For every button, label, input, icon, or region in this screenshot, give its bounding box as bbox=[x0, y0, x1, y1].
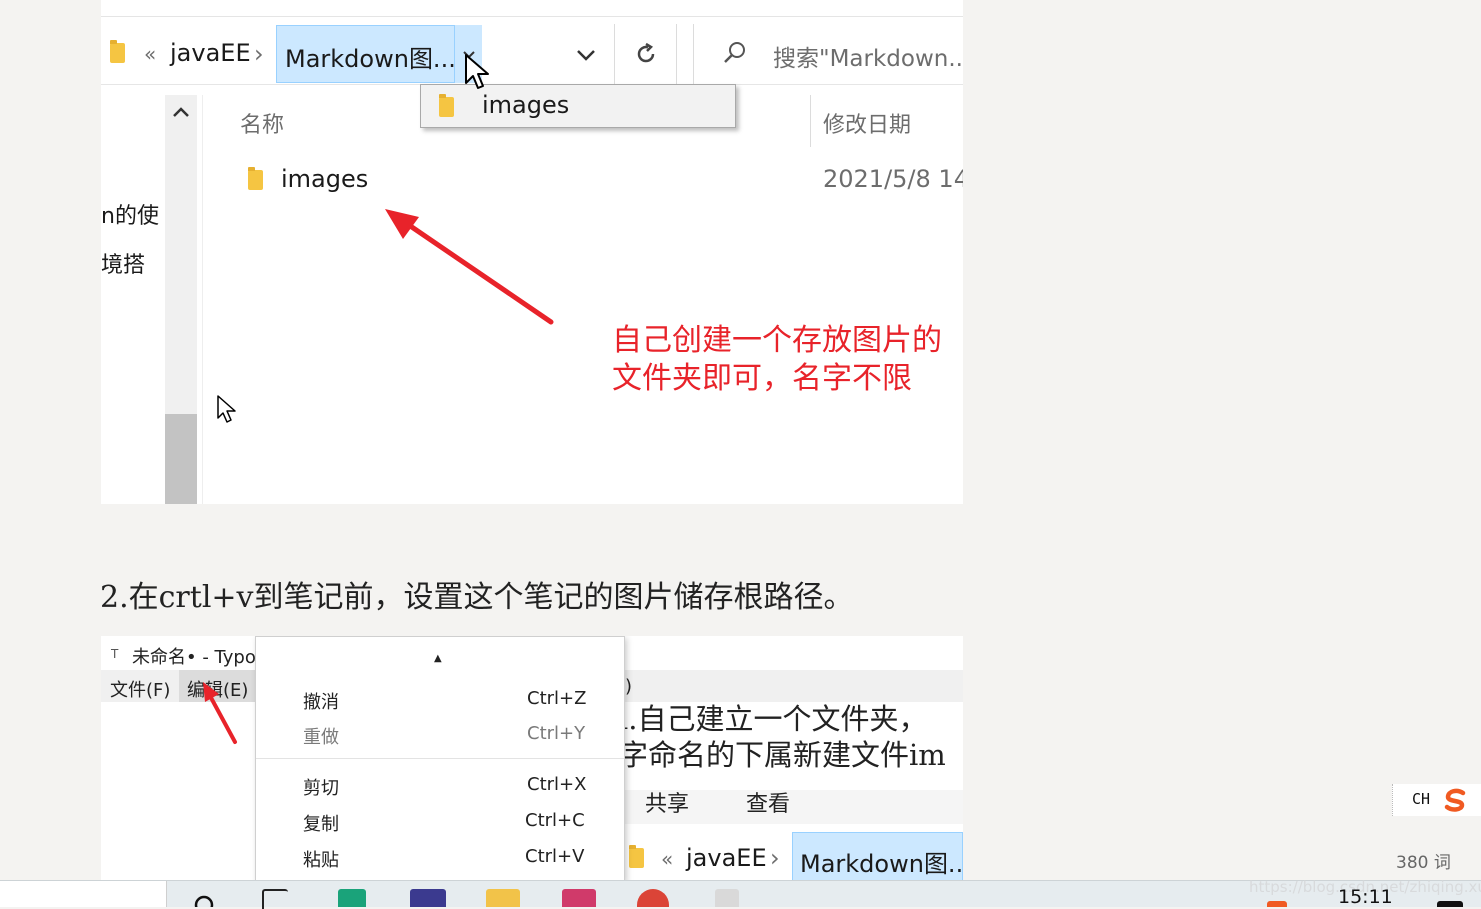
breadcrumb-separator: › bbox=[254, 40, 264, 68]
ime-indicator[interactable]: CH bbox=[1392, 784, 1481, 816]
folder-icon bbox=[248, 167, 263, 190]
folder-icon bbox=[629, 845, 644, 868]
ribbon-tab-share[interactable]: 共享 bbox=[645, 786, 689, 818]
scrollbar-thumb[interactable] bbox=[165, 414, 197, 504]
menu-item-label: 粘贴 bbox=[303, 850, 339, 871]
instruction-paragraph: 2.在crtl+v到笔记前，设置这个笔记的图片储存根路径。 bbox=[100, 580, 854, 615]
breadcrumb-parent[interactable]: javaEE bbox=[170, 39, 251, 67]
menu-item-shortcut: Ctrl+Z bbox=[527, 688, 587, 709]
annotation-arrow bbox=[385, 209, 554, 325]
typora-screenshot-bottom: T 未命名• - Typo 文件(F) 编辑(E) ) l.自己建立一个文件夹，… bbox=[101, 636, 963, 882]
file-explorer-icon[interactable] bbox=[486, 889, 520, 907]
typora-app-icon: T bbox=[111, 647, 119, 661]
menu-file[interactable]: 文件(F) bbox=[110, 676, 170, 702]
column-header-date[interactable]: 修改日期 bbox=[823, 107, 911, 139]
search-placeholder: 搜索"Markdown... bbox=[773, 46, 963, 72]
menu-item-shortcut: Ctrl+Y bbox=[527, 723, 586, 744]
search-icon[interactable] bbox=[193, 894, 215, 907]
notification-center-icon[interactable] bbox=[1437, 901, 1463, 907]
annotation-text-line2: 文件夹即可，名字不限 bbox=[612, 361, 912, 396]
pane-divider[interactable] bbox=[202, 95, 203, 504]
file-date: 2021/5/8 14 bbox=[823, 165, 963, 193]
file-name[interactable]: images bbox=[281, 165, 368, 193]
taskbar-clock[interactable]: 15:11 bbox=[1338, 886, 1393, 908]
intellij-app-icon[interactable] bbox=[562, 889, 596, 907]
toolbar-divider bbox=[676, 24, 677, 84]
history-dropdown-icon[interactable] bbox=[577, 49, 595, 61]
ime-language-label: CH bbox=[1412, 790, 1431, 808]
task-view-icon[interactable] bbox=[262, 889, 288, 909]
breadcrumb-parent[interactable]: javaEE bbox=[686, 844, 767, 872]
search-box[interactable]: 搜索"Markdown... bbox=[693, 24, 963, 84]
annotation-text-line1: 自己创建一个存放图片的 bbox=[612, 323, 942, 358]
explorer-screenshot-top: « javaEE › Markdown图... 搜索"Markdown... n… bbox=[101, 0, 963, 504]
dropdown-item-images[interactable]: images bbox=[482, 91, 569, 119]
security-app-icon[interactable] bbox=[338, 889, 366, 907]
menu-item-label: 复制 bbox=[303, 814, 339, 835]
refresh-icon[interactable] bbox=[634, 42, 658, 66]
chevron-up-icon[interactable] bbox=[173, 106, 189, 118]
chrome-browser-icon[interactable] bbox=[637, 889, 669, 907]
folder-icon bbox=[110, 40, 125, 63]
nav-pane-item[interactable]: n的使 bbox=[101, 198, 159, 230]
doc-content-line2: 字命名的下属新建文件im bbox=[619, 738, 946, 772]
edit-menu-dropdown: ▲ 撤消 Ctrl+Z 重做 Ctrl+Y 剪切 Ctrl+X 复制 Ctrl+… bbox=[255, 636, 625, 882]
search-icon bbox=[724, 42, 745, 63]
menu-item-label: 重做 bbox=[303, 727, 339, 748]
taskbar-search-box[interactable] bbox=[0, 881, 167, 907]
breadcrumb-current[interactable]: Markdown图... bbox=[285, 39, 456, 74]
ribbon-tab-view[interactable]: 查看 bbox=[746, 786, 790, 818]
menu-item-label: 撤消 bbox=[303, 692, 339, 713]
menu-item-shortcut: Ctrl+V bbox=[525, 846, 585, 867]
menu-partial[interactable]: ) bbox=[625, 676, 632, 697]
menu-item-copy[interactable]: 复制 Ctrl+C bbox=[256, 805, 624, 839]
mouse-cursor-icon bbox=[465, 54, 489, 89]
column-divider[interactable] bbox=[810, 95, 811, 147]
breadcrumb-back-icon[interactable]: « bbox=[144, 42, 156, 66]
mouse-cursor-icon bbox=[217, 395, 236, 423]
breadcrumb-separator: › bbox=[770, 844, 780, 872]
devcpp-app-icon[interactable] bbox=[410, 889, 446, 907]
menu-separator bbox=[256, 758, 624, 759]
sogou-tray-icon[interactable] bbox=[1267, 901, 1287, 907]
menu-item-shortcut: Ctrl+C bbox=[525, 810, 585, 831]
window-title: 未命名• - Typo bbox=[132, 647, 256, 668]
typora-app-icon[interactable] bbox=[715, 889, 739, 907]
menu-item-label: 剪切 bbox=[303, 778, 339, 799]
menu-item-cut[interactable]: 剪切 Ctrl+X bbox=[256, 769, 624, 803]
folder-icon bbox=[439, 94, 454, 117]
annotation-arrow bbox=[203, 682, 237, 744]
word-count[interactable]: 380 词 bbox=[1396, 848, 1451, 873]
breadcrumb-current[interactable]: Markdown图... bbox=[800, 844, 963, 879]
breadcrumb-back-icon[interactable]: « bbox=[661, 847, 673, 871]
menu-scroll-up-icon[interactable]: ▲ bbox=[434, 653, 442, 664]
menu-item-shortcut: Ctrl+X bbox=[527, 774, 587, 795]
window-top-edge bbox=[101, 0, 963, 17]
menu-item-redo[interactable]: 重做 Ctrl+Y bbox=[256, 718, 624, 752]
toolbar-divider bbox=[614, 24, 615, 84]
column-header-name[interactable]: 名称 bbox=[240, 107, 284, 139]
nav-pane-item[interactable]: 境搭 bbox=[101, 247, 145, 279]
sogou-ime-icon bbox=[1444, 788, 1466, 812]
menu-item-paste[interactable]: 粘贴 Ctrl+V bbox=[256, 841, 624, 875]
menu-item-undo[interactable]: 撤消 Ctrl+Z bbox=[256, 683, 624, 717]
